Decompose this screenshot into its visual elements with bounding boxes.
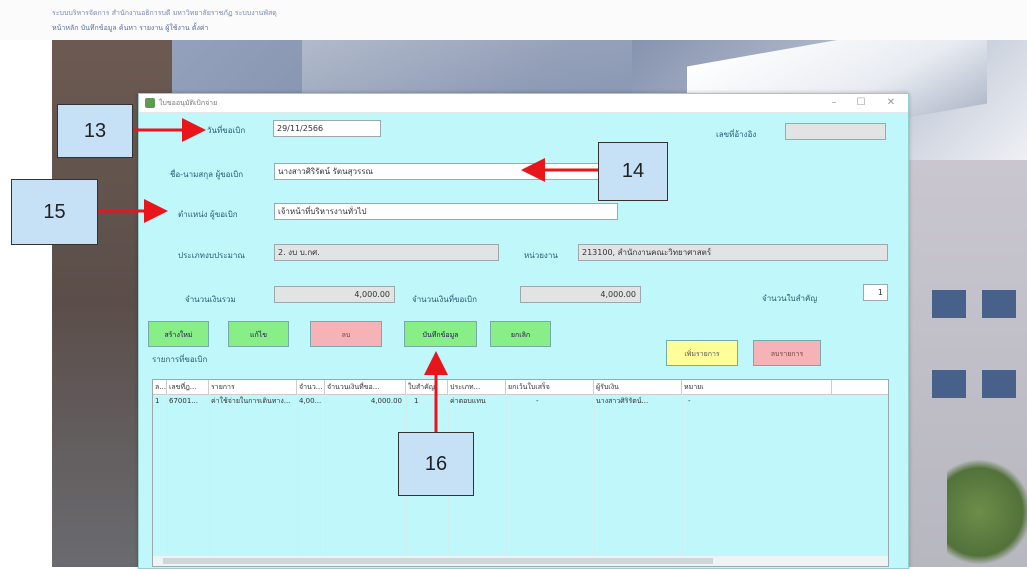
callout-16: 16	[398, 432, 474, 496]
callout-15: 15	[11, 179, 98, 245]
callout-14: 14	[598, 142, 668, 201]
annotation-arrows	[97, 118, 598, 432]
callout-13: 13	[57, 104, 133, 158]
